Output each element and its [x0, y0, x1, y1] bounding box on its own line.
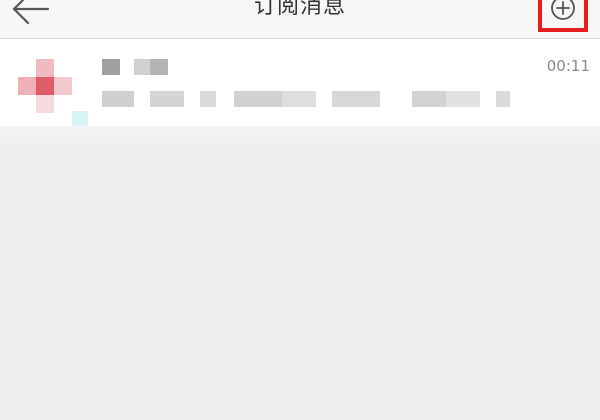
sender-name-redacted	[102, 59, 172, 77]
message-time: 00:11	[546, 57, 590, 75]
add-subscription-button[interactable]	[538, 0, 588, 32]
message-preview-redacted	[102, 91, 522, 109]
avatar	[18, 59, 88, 127]
top-bar: 订阅消息	[0, 0, 600, 39]
list-item[interactable]: 00:11	[0, 39, 600, 129]
list-shadow	[0, 126, 600, 140]
plus-circle-icon	[551, 0, 575, 20]
page-title: 订阅消息	[253, 0, 346, 19]
message-list: 00:11	[0, 39, 600, 129]
